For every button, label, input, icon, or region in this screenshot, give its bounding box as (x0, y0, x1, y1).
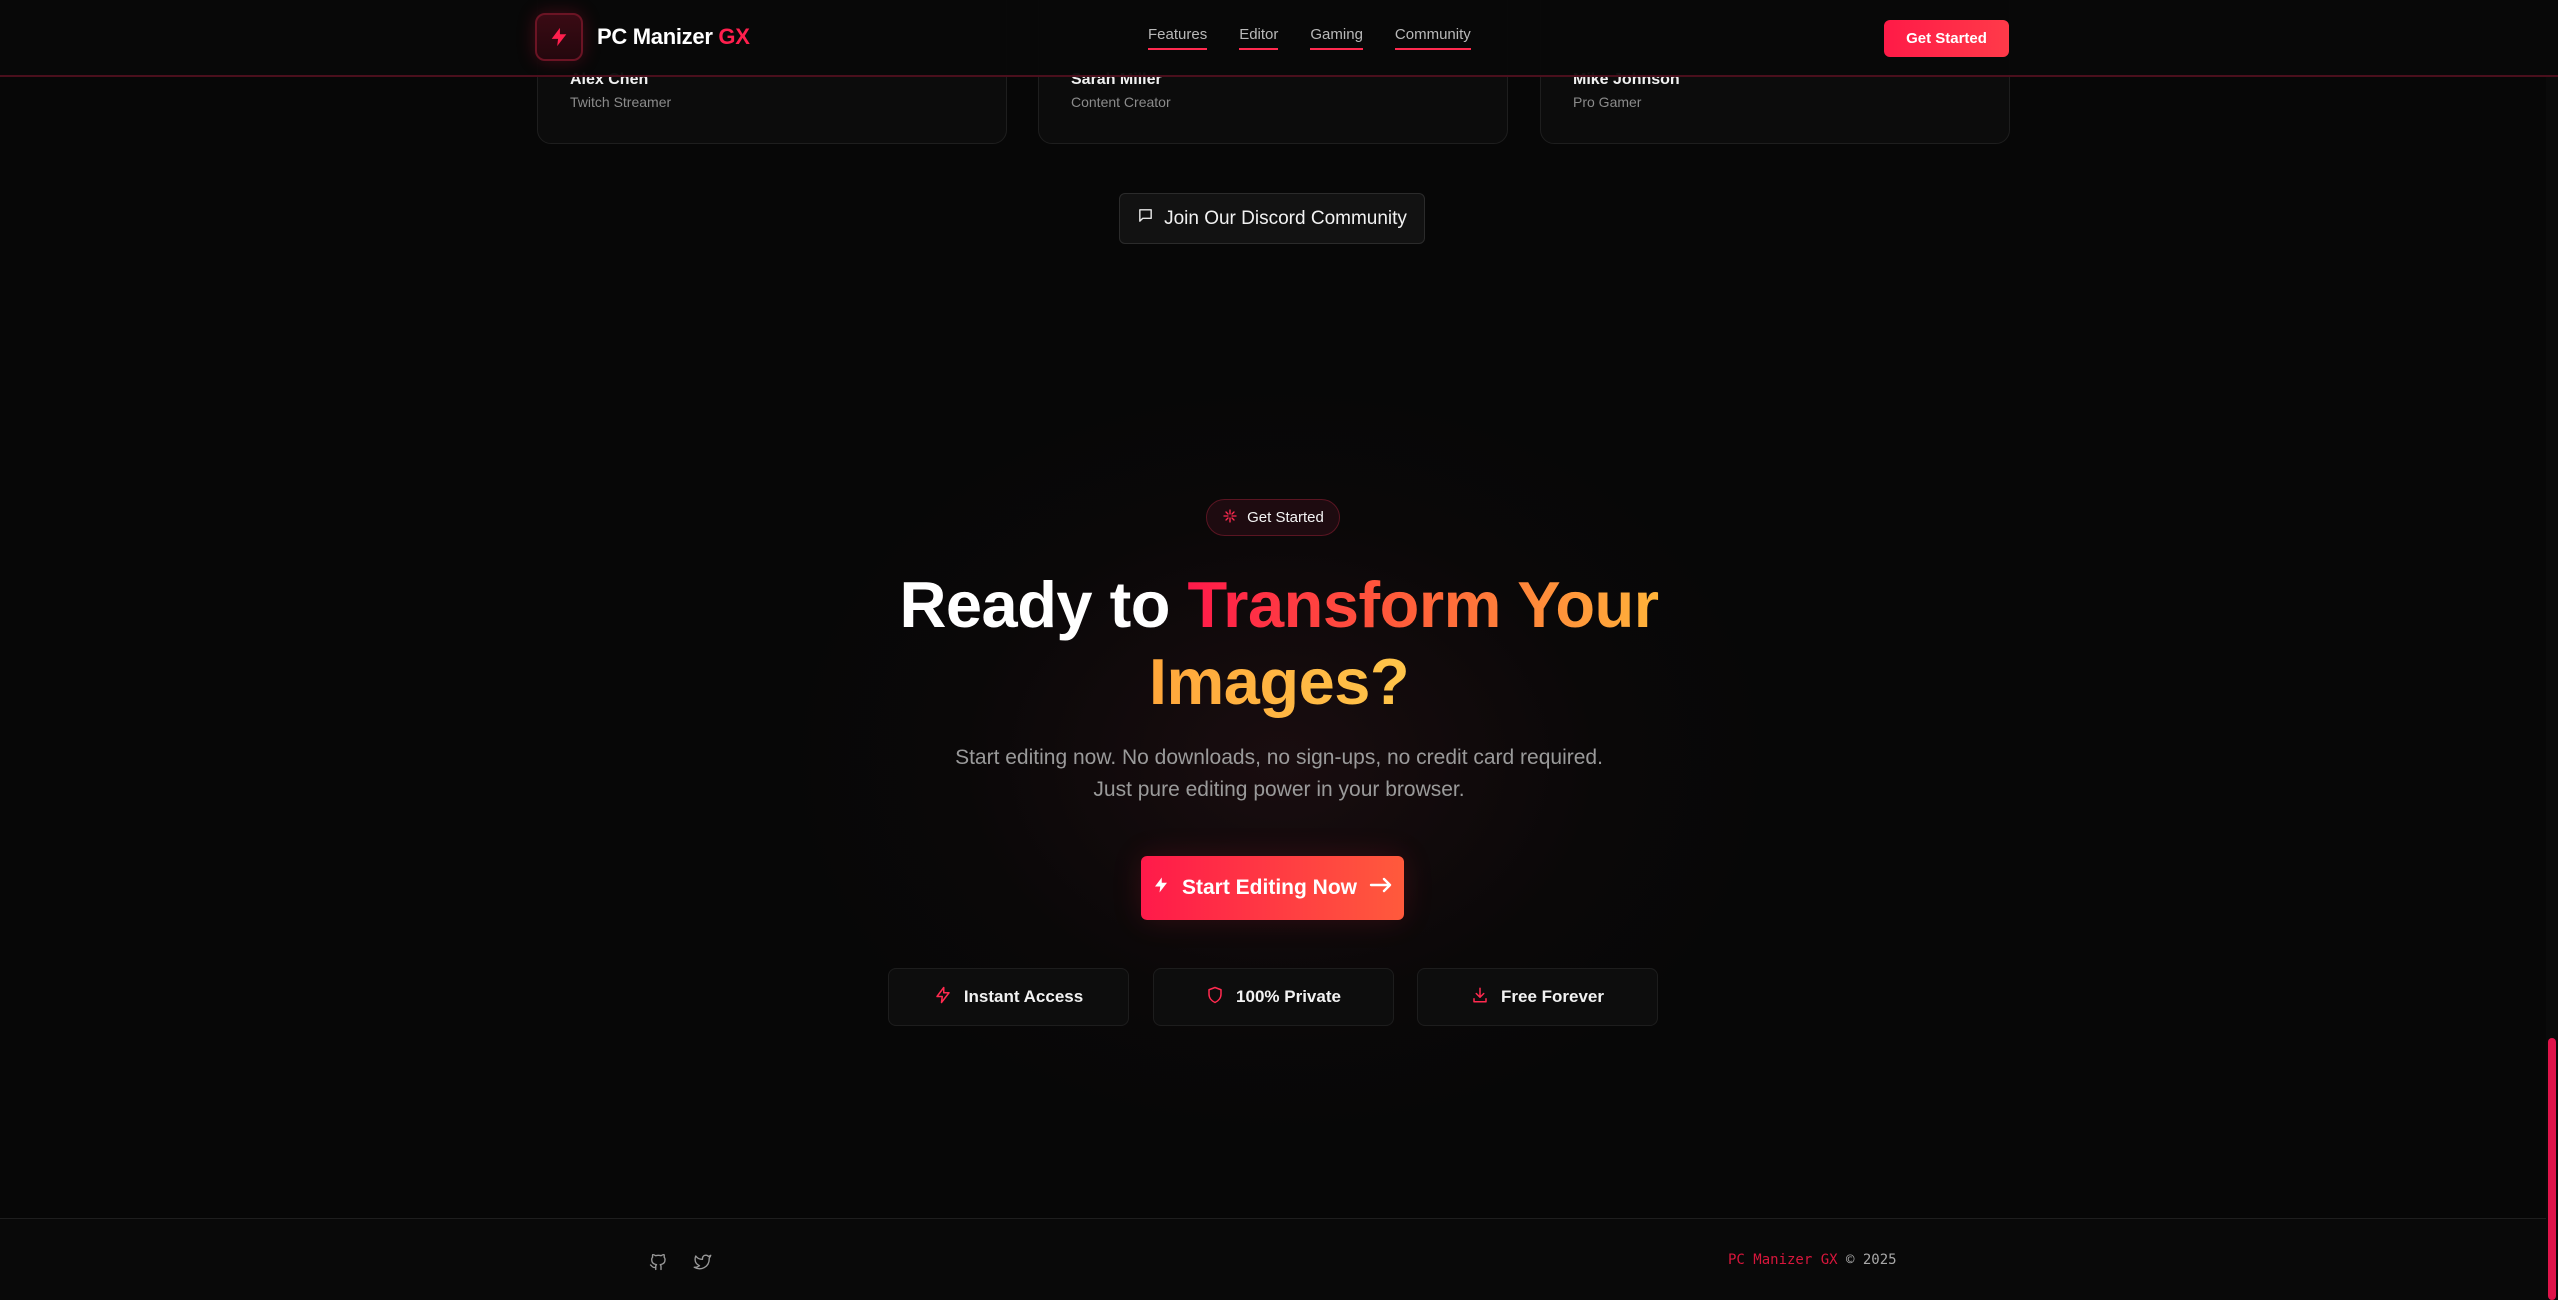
nav-link-features[interactable]: Features (1148, 26, 1208, 50)
brand-name: PC Manizer GX (597, 24, 750, 50)
get-started-button[interactable]: Get Started (1884, 20, 2009, 57)
get-started-badge: Get Started (1206, 499, 1340, 536)
headline-part2: Transform Your (1187, 568, 1659, 641)
brand-name-accent: GX (718, 24, 750, 49)
feature-label: 100% Private (1236, 987, 1341, 1006)
headline-part3: Images? (1148, 645, 1410, 718)
headline-part1: Ready to (899, 568, 1170, 641)
nav-link-editor[interactable]: Editor (1239, 26, 1279, 50)
start-editing-button[interactable]: Start Editing Now (1141, 856, 1404, 920)
copyright-brand: PC Manizer GX (1728, 1252, 1838, 1268)
start-editing-label: Start Editing Now (1182, 876, 1357, 899)
zap-icon (535, 13, 583, 61)
nav-link-gaming[interactable]: Gaming (1310, 26, 1363, 50)
copyright-year: © 2025 (1846, 1252, 1897, 1268)
cta-subtext: Start editing now. No downloads, no sign… (829, 742, 1729, 806)
zap-icon (934, 986, 952, 1009)
testimonial-role: Pro Gamer (1573, 94, 1642, 110)
twitter-icon[interactable] (692, 1252, 712, 1272)
shield-icon (1206, 986, 1224, 1009)
zap-icon (1152, 876, 1170, 900)
nav-link-community[interactable]: Community (1394, 26, 1471, 50)
testimonial-role: Content Creator (1071, 94, 1171, 110)
brand-link[interactable]: PC Manizer GX (535, 13, 750, 61)
testimonial-role: Twitch Streamer (570, 94, 672, 110)
download-icon (1471, 986, 1489, 1009)
subtext-line1: Start editing now. No downloads, no sign… (955, 746, 1603, 769)
badge-label: Get Started (1247, 509, 1324, 526)
brand-name-main: PC Manizer (597, 24, 713, 49)
page: Alex Chen Twitch Streamer Sarah Miller C… (0, 0, 2558, 1300)
feature-instant-access: Instant Access (888, 968, 1129, 1026)
feature-label: Instant Access (963, 987, 1084, 1006)
join-discord-button[interactable]: Join Our Discord Community (1119, 193, 1425, 244)
feature-private: 100% Private (1153, 968, 1394, 1026)
feature-free-forever: Free Forever (1417, 968, 1658, 1026)
sparkles-icon (1222, 508, 1238, 528)
github-icon[interactable] (648, 1252, 668, 1272)
top-nav: PC Manizer GX Features Editor Gaming Com… (0, 0, 2558, 77)
feature-label: Free Forever (1501, 987, 1604, 1006)
arrow-right-icon (1369, 876, 1393, 900)
subtext-line2: Just pure editing power in your browser. (1093, 778, 1465, 801)
scrollbar-thumb[interactable] (2548, 1038, 2556, 1300)
footer: PC Manizer GX © 2025 (0, 1218, 2558, 1300)
copyright: PC Manizer GX © 2025 (1728, 1252, 1897, 1268)
nav-links: Features Editor Gaming Community (1148, 26, 1471, 50)
join-discord-label: Join Our Discord Community (1164, 207, 1407, 229)
cta-headline: Ready to Transform Your Images? (779, 566, 1779, 720)
message-square-icon (1137, 207, 1154, 230)
